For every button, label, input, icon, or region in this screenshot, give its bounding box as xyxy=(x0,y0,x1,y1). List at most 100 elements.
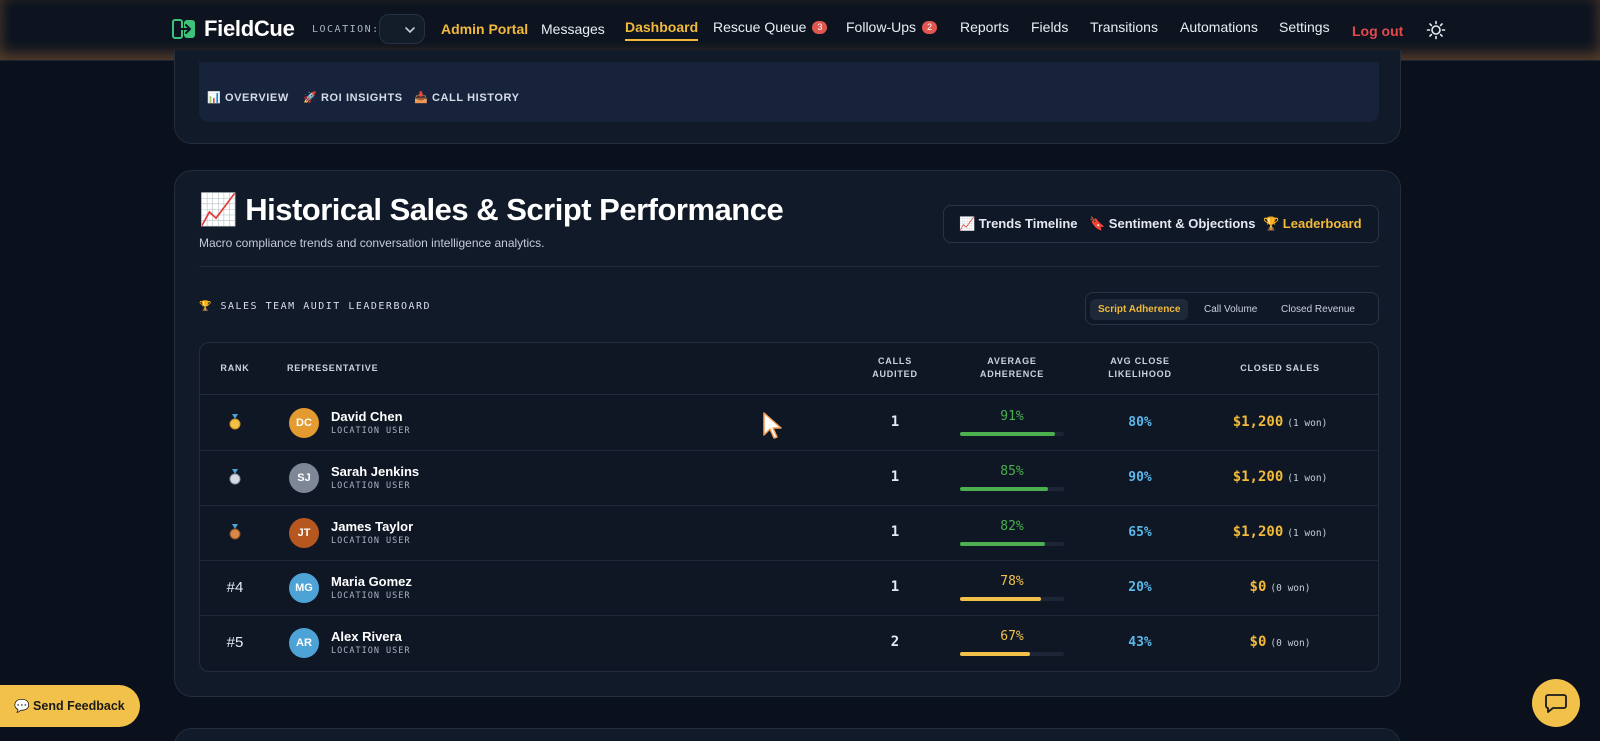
logout-link[interactable]: Log out xyxy=(1352,23,1403,39)
adherence-bar xyxy=(960,652,1064,656)
divider xyxy=(199,266,1379,267)
adherence-bar-fill xyxy=(960,652,1030,656)
rank-cell xyxy=(220,414,250,434)
adherence-bar xyxy=(960,487,1064,491)
nav-fields[interactable]: Fields xyxy=(1031,19,1068,35)
tab-closed-revenue[interactable]: Closed Revenue xyxy=(1273,299,1363,320)
closed-sales-amount: $0 xyxy=(1249,579,1267,595)
tab-trends-timeline[interactable]: 📈 Trends Timeline xyxy=(959,216,1078,232)
tab-sentiment-objections[interactable]: 🔖 Sentiment & Objections xyxy=(1089,216,1255,232)
table-row[interactable]: JT James Taylor LOCATION USER 1 82% 65% $1,200… xyxy=(200,506,1378,561)
historical-performance-card: 📈 Historical Sales & Script Performance … xyxy=(174,170,1401,697)
tab-leaderboard[interactable]: 🏆 Leaderboard xyxy=(1263,216,1362,232)
tab-call-history[interactable]: 📥 CALL HISTORY xyxy=(414,91,520,104)
nav-dashboard[interactable]: Dashboard xyxy=(625,19,699,41)
nav-automations[interactable]: Automations xyxy=(1180,19,1258,35)
view-tabs: 📈 Trends Timeline 🔖 Sentiment & Objectio… xyxy=(943,205,1379,243)
header-closed-sales: CLOSED SALES xyxy=(1240,363,1320,373)
table-row[interactable]: #4 MG Maria Gomez LOCATION USER 1 78% 20% $0 (0 … xyxy=(200,561,1378,616)
nav-messages[interactable]: Messages xyxy=(541,21,605,37)
brand-name: FieldCue xyxy=(204,16,295,41)
calls-audited-cell: 1 xyxy=(890,414,900,430)
rep-name[interactable]: Maria Gomez xyxy=(331,574,412,589)
brand[interactable]: FieldCue xyxy=(172,16,295,42)
rank-cell xyxy=(220,469,250,489)
bronze-medal-icon xyxy=(229,524,241,540)
nav-follow-ups[interactable]: Follow-Ups 2 xyxy=(846,19,938,35)
tab-overview[interactable]: 📊 OVERVIEW xyxy=(207,91,289,104)
avatar: DC xyxy=(289,408,319,438)
avatar: MG xyxy=(289,573,319,603)
adherence-bar-fill xyxy=(960,487,1049,491)
location-select[interactable] xyxy=(379,14,425,44)
closed-sales-amount: $1,200 xyxy=(1232,469,1284,485)
gold-medal-icon xyxy=(229,414,241,430)
close-likelihood-cell: 65% xyxy=(1128,525,1152,540)
nav-follow-ups-label: Follow-Ups xyxy=(846,19,917,35)
closed-sales-won-count: (1 won) xyxy=(1287,418,1328,429)
chat-bubble-icon xyxy=(1545,694,1567,713)
avatar: AR xyxy=(289,628,319,658)
adherence-value: 91% xyxy=(1000,409,1024,424)
header-adherence-line1: AVERAGE xyxy=(987,356,1037,366)
rep-name[interactable]: Sarah Jenkins xyxy=(331,464,419,479)
nav-admin-portal[interactable]: Admin Portal xyxy=(441,21,528,37)
header-average-adherence: AVERAGE ADHERENCE xyxy=(962,355,1062,381)
rep-role: LOCATION USER xyxy=(331,426,411,436)
closed-sales-amount: $0 xyxy=(1249,634,1267,650)
rep-name[interactable]: James Taylor xyxy=(331,519,413,534)
adherence-bar-fill xyxy=(960,432,1055,436)
adherence-bar xyxy=(960,542,1064,546)
closed-sales-cell: $0 (0 won) xyxy=(1200,578,1360,596)
close-likelihood-cell: 90% xyxy=(1128,470,1152,485)
header-adherence-line2: ADHERENCE xyxy=(979,369,1045,379)
nav-rescue-queue[interactable]: Rescue Queue 3 xyxy=(713,19,828,35)
tab-call-volume[interactable]: Call Volume xyxy=(1196,299,1265,320)
adherence-bar xyxy=(960,432,1064,436)
header-avg-close-likelihood: AVG CLOSE LIKELIHOOD xyxy=(1090,355,1190,381)
table-row[interactable]: #5 AR Alex Rivera LOCATION USER 2 67% 43% $0 (0 … xyxy=(200,616,1378,671)
calls-audited-cell: 2 xyxy=(890,634,900,650)
rank-cell: #5 xyxy=(226,634,244,651)
section-title: 📈 Historical Sales & Script Performance xyxy=(199,192,784,227)
metric-tabs: Script Adherence Call Volume Closed Reve… xyxy=(1085,292,1379,325)
dashboard-tabs-card: 📊 OVERVIEW 🚀 ROI INSIGHTS 📥 CALL HISTORY xyxy=(174,50,1401,144)
closed-sales-cell: $1,200 (1 won) xyxy=(1200,413,1360,431)
section-subtitle: Macro compliance trends and conversation… xyxy=(199,236,545,250)
table-row[interactable]: DC David Chen LOCATION USER 1 91% 80% $1,200 (1… xyxy=(200,396,1378,451)
nav-settings[interactable]: Settings xyxy=(1279,19,1330,35)
silver-medal-icon xyxy=(229,469,241,485)
nav-reports[interactable]: Reports xyxy=(960,19,1009,35)
tab-roi-insights[interactable]: 🚀 ROI INSIGHTS xyxy=(303,91,403,104)
tab-script-adherence[interactable]: Script Adherence xyxy=(1090,299,1189,320)
avatar: SJ xyxy=(289,463,319,493)
closed-sales-won-count: (0 won) xyxy=(1270,638,1311,649)
rep-role: LOCATION USER xyxy=(331,591,411,601)
closed-sales-amount: $1,200 xyxy=(1232,414,1284,430)
mouse-cursor-icon xyxy=(763,412,782,439)
close-likelihood-cell: 43% xyxy=(1128,635,1152,650)
chat-button[interactable] xyxy=(1532,679,1580,727)
closed-sales-won-count: (1 won) xyxy=(1287,528,1328,539)
rep-name[interactable]: Alex Rivera xyxy=(331,629,402,644)
adherence-value: 67% xyxy=(1000,629,1024,644)
closed-sales-cell: $0 (0 won) xyxy=(1200,633,1360,651)
nav-rescue-queue-label: Rescue Queue xyxy=(713,19,807,35)
header-close-line2: LIKELIHOOD xyxy=(1108,369,1172,379)
table-row[interactable]: SJ Sarah Jenkins LOCATION USER 1 85% 90% $1,20… xyxy=(200,451,1378,506)
rank-cell: #4 xyxy=(226,579,244,596)
closed-sales-cell: $1,200 (1 won) xyxy=(1200,468,1360,486)
close-likelihood-cell: 20% xyxy=(1128,580,1152,595)
calls-audited-cell: 1 xyxy=(890,469,900,485)
calls-audited-cell: 1 xyxy=(890,579,900,595)
table-header: RANK REPRESENTATIVE CALLS AUDITED AVERAG… xyxy=(200,343,1378,395)
closed-sales-amount: $1,200 xyxy=(1232,524,1284,540)
adherence-bar-fill xyxy=(960,597,1042,601)
sun-icon[interactable] xyxy=(1426,20,1446,40)
nav-transitions[interactable]: Transitions xyxy=(1090,19,1158,35)
rep-name[interactable]: David Chen xyxy=(331,409,403,424)
leaderboard-table: RANK REPRESENTATIVE CALLS AUDITED AVERAG… xyxy=(199,342,1379,672)
send-feedback-button[interactable]: 💬 Send Feedback xyxy=(0,685,140,727)
rep-role: LOCATION USER xyxy=(331,481,411,491)
rescue-queue-count-badge: 3 xyxy=(812,21,828,34)
